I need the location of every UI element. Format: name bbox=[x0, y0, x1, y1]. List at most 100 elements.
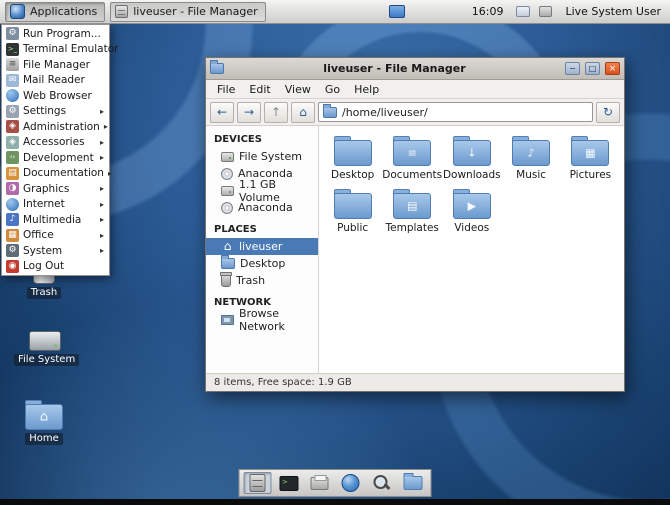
file-pictures[interactable]: ▦ Pictures bbox=[561, 136, 620, 181]
menu-item-file-manager[interactable]: ≡ File Manager bbox=[3, 57, 108, 73]
menu-item-label: Internet bbox=[23, 198, 65, 210]
file-desktop[interactable]: Desktop bbox=[323, 136, 382, 181]
sidebar-item-desktop[interactable]: Desktop bbox=[206, 255, 318, 272]
window-content: DEVICES File System Anaconda 1.1 GB Volu… bbox=[206, 126, 624, 373]
file-label: Music bbox=[516, 169, 546, 181]
menu-item-graphics[interactable]: ◑ Graphics ▸ bbox=[3, 181, 108, 197]
trash-icon bbox=[221, 275, 231, 287]
desktop-icon-label: File System bbox=[14, 354, 79, 366]
menu-item-administration[interactable]: ◈ Administration ▸ bbox=[3, 119, 108, 135]
menu-view[interactable]: View bbox=[278, 81, 318, 98]
tray-display-icon[interactable] bbox=[389, 5, 405, 18]
menu-item-office[interactable]: ▦ Office ▸ bbox=[3, 228, 108, 244]
disc-icon bbox=[221, 202, 233, 214]
menu-item-label: Administration bbox=[23, 121, 100, 133]
file-music[interactable]: ♪ Music bbox=[501, 136, 560, 181]
home-icon: ⌂ bbox=[40, 410, 48, 425]
folder-icon bbox=[221, 258, 235, 269]
sidebar-item-label: Trash bbox=[236, 274, 265, 287]
taskbar-window-button[interactable]: liveuser - File Manager bbox=[110, 2, 265, 22]
music-emblem-icon: ♪ bbox=[528, 147, 535, 160]
minimize-button[interactable]: − bbox=[565, 62, 580, 75]
window-folder-icon bbox=[210, 63, 224, 74]
menu-file[interactable]: File bbox=[210, 81, 242, 98]
menu-item-internet[interactable]: Internet ▸ bbox=[3, 197, 108, 213]
menu-item-accessories[interactable]: ◈ Accessories ▸ bbox=[3, 135, 108, 151]
file-manager-icon bbox=[250, 474, 266, 492]
sidebar-item-label: File System bbox=[239, 150, 302, 163]
file-templates[interactable]: ▤ Templates bbox=[382, 189, 442, 234]
menu-item-documentation[interactable]: ▤ Documentation ▸ bbox=[3, 166, 108, 182]
folder-icon: ↓ bbox=[453, 136, 491, 166]
dock-app-finder-button[interactable] bbox=[368, 472, 396, 494]
dock-print-button[interactable] bbox=[306, 472, 334, 494]
sidebar-item-label: 1.1 GB Volume bbox=[239, 178, 316, 204]
menu-item-label: Multimedia bbox=[23, 214, 81, 226]
development-icon: ‹› bbox=[6, 151, 19, 164]
menu-edit[interactable]: Edit bbox=[242, 81, 277, 98]
system-icon: ⚙ bbox=[6, 244, 19, 257]
location-input[interactable] bbox=[342, 106, 588, 119]
drive-icon bbox=[221, 186, 234, 196]
menu-item-web-browser[interactable]: Web Browser bbox=[3, 88, 108, 104]
submenu-arrow-icon: ▸ bbox=[100, 246, 105, 255]
menu-item-run-program[interactable]: ⚙ Run Program... bbox=[3, 26, 108, 42]
menu-item-label: File Manager bbox=[23, 59, 90, 71]
home-button[interactable]: ⌂ bbox=[291, 102, 315, 123]
desktop-icon-file-system[interactable]: File System bbox=[14, 328, 76, 366]
sidebar-item-browse-network[interactable]: Browse Network bbox=[206, 311, 318, 328]
desktop-icon-home[interactable]: ⌂ Home bbox=[16, 400, 72, 445]
maximize-button[interactable]: □ bbox=[585, 62, 600, 75]
back-button[interactable]: ← bbox=[210, 102, 234, 123]
menu-item-label: Web Browser bbox=[23, 90, 92, 102]
submenu-arrow-icon: ▸ bbox=[100, 107, 105, 116]
desktop: { "panel": { "applications": "Applicatio… bbox=[0, 0, 670, 505]
dock-terminal-button[interactable] bbox=[275, 472, 303, 494]
home-folder-icon: ⌂ bbox=[25, 400, 63, 430]
sidebar-item-trash[interactable]: Trash bbox=[206, 272, 318, 289]
clock[interactable]: 16:09 bbox=[472, 5, 504, 18]
folder-icon: ▦ bbox=[571, 136, 609, 166]
side-pane: DEVICES File System Anaconda 1.1 GB Volu… bbox=[206, 126, 319, 373]
menu-item-log-out[interactable]: ◉ Log Out bbox=[3, 259, 108, 275]
sidebar-item-label: Anaconda bbox=[238, 201, 293, 214]
reload-button[interactable]: ↻ bbox=[596, 102, 620, 123]
sidebar-item-liveuser[interactable]: ⌂ liveuser bbox=[206, 238, 318, 255]
applications-menu-button[interactable]: Applications bbox=[5, 2, 105, 22]
user-label: Live System User bbox=[565, 5, 661, 18]
menu-item-mail-reader[interactable]: ✉ Mail Reader bbox=[3, 73, 108, 89]
menu-item-label: Terminal Emulator bbox=[23, 43, 118, 55]
close-button[interactable]: × bbox=[605, 62, 620, 75]
file-documents[interactable]: ≡ Documents bbox=[382, 136, 442, 181]
dock-file-manager-button[interactable] bbox=[244, 472, 272, 494]
menu-go[interactable]: Go bbox=[318, 81, 347, 98]
menu-item-settings[interactable]: ⚙ Settings ▸ bbox=[3, 104, 108, 120]
file-manager-window: liveuser - File Manager − □ × File Edit … bbox=[205, 57, 625, 392]
file-downloads[interactable]: ↓ Downloads bbox=[442, 136, 501, 181]
menu-help[interactable]: Help bbox=[347, 81, 386, 98]
menu-item-multimedia[interactable]: ♪ Multimedia ▸ bbox=[3, 212, 108, 228]
sidebar-item-volume[interactable]: 1.1 GB Volume bbox=[206, 182, 318, 199]
file-videos[interactable]: ▶ Videos bbox=[442, 189, 501, 234]
file-label: Downloads bbox=[443, 169, 501, 181]
menu-item-terminal-emulator[interactable]: >_ Terminal Emulator bbox=[3, 42, 108, 58]
menu-item-system[interactable]: ⚙ System ▸ bbox=[3, 243, 108, 259]
sidebar-item-file-system[interactable]: File System bbox=[206, 148, 318, 165]
web-browser-icon bbox=[342, 474, 360, 492]
web-browser-icon bbox=[6, 89, 19, 102]
menu-bar: File Edit View Go Help bbox=[206, 80, 624, 99]
location-bar[interactable] bbox=[318, 102, 593, 122]
folder-icon bbox=[403, 476, 422, 490]
dock-folder-button[interactable] bbox=[399, 472, 427, 494]
title-bar[interactable]: liveuser - File Manager − □ × bbox=[206, 58, 624, 80]
file-label: Documents bbox=[382, 169, 442, 181]
tray-keyboard-icon[interactable] bbox=[516, 6, 530, 17]
logout-icon: ◉ bbox=[6, 260, 19, 273]
file-public[interactable]: Public bbox=[323, 189, 382, 234]
up-button[interactable]: ↑ bbox=[264, 102, 288, 123]
dock-web-browser-button[interactable] bbox=[337, 472, 365, 494]
forward-button[interactable]: → bbox=[237, 102, 261, 123]
menu-item-development[interactable]: ‹› Development ▸ bbox=[3, 150, 108, 166]
tray-disk-icon[interactable] bbox=[539, 6, 552, 17]
printer-icon bbox=[311, 477, 329, 490]
